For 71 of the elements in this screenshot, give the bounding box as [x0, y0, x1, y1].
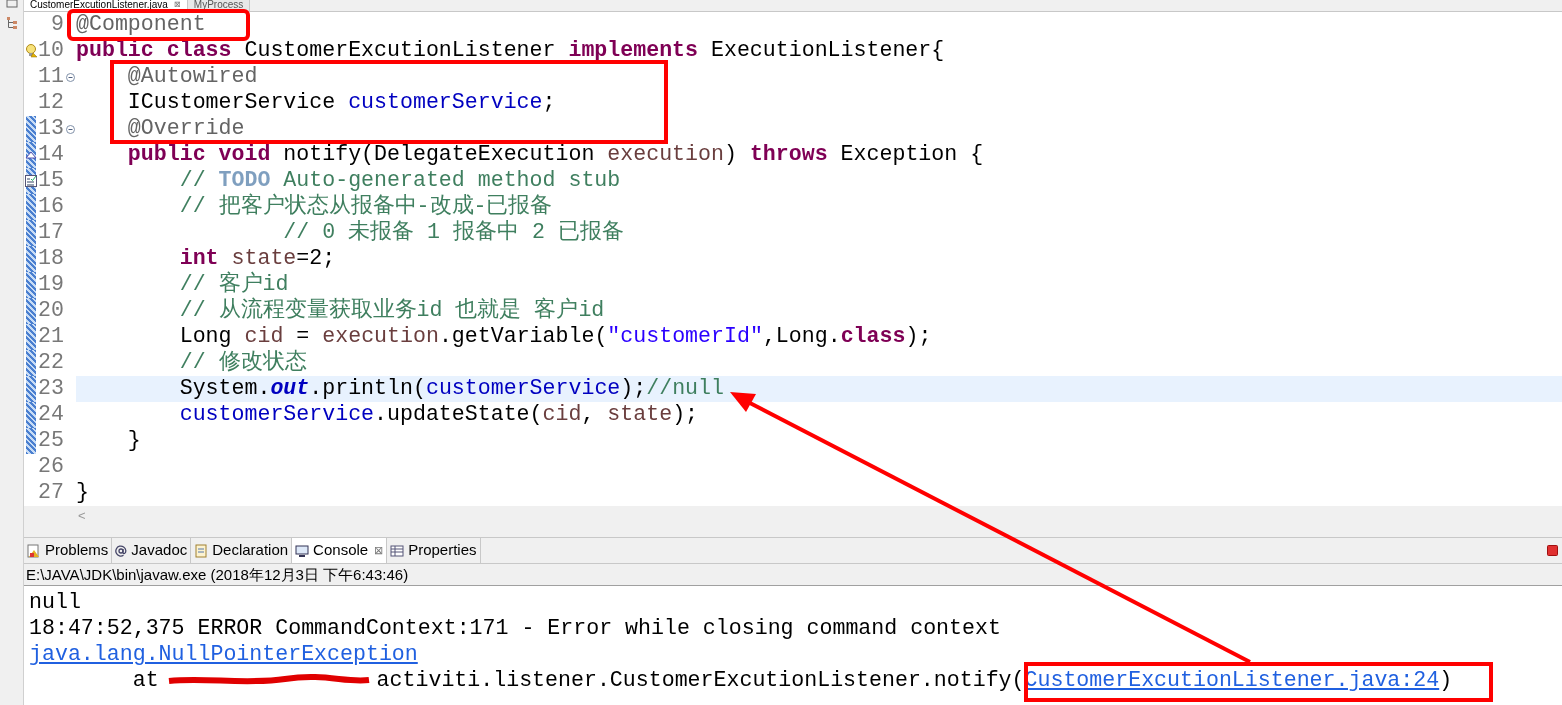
editor-tab[interactable]: CustomerExcutionListener.java ⊠	[24, 0, 188, 11]
code-line: @Component	[76, 14, 206, 36]
checklist-icon	[25, 175, 37, 187]
line-number: 14	[38, 144, 64, 166]
at-sign-icon	[115, 544, 128, 557]
line-number: 17	[38, 222, 64, 244]
panel-tab[interactable]: Javadoc	[112, 538, 192, 563]
lightbulb-warning-icon	[24, 44, 38, 58]
code-line: public class CustomerExcutionListener implements ExecutionListener{	[76, 40, 945, 62]
change-ruler-bar	[26, 220, 36, 246]
line-number: 9	[50, 14, 64, 36]
panel-tab[interactable]: Properties	[387, 538, 481, 563]
line-number: 23	[38, 378, 64, 400]
code-line: @Override	[126, 118, 245, 140]
code-line: public void notify(DelegateExecution execution) throws Exception {	[126, 144, 984, 166]
line-number: 16	[38, 196, 64, 218]
line-number: 13	[38, 118, 64, 140]
line-number: 11	[38, 66, 64, 88]
change-ruler-bar	[26, 324, 36, 350]
line-number: 19	[38, 274, 64, 296]
code-line: // 0 未报备 1 报备中 2 已报备	[282, 222, 624, 244]
console-line: activiti.listener.CustomerExcutionListener.notify(	[376, 670, 1025, 692]
change-ruler-bar	[26, 428, 36, 454]
code-line: // TODO Auto-generated method stub	[178, 170, 621, 192]
monitor-icon	[295, 543, 310, 558]
code-line: int state=2;	[178, 248, 336, 270]
change-ruler-bar	[26, 350, 36, 376]
code-line: }	[126, 430, 141, 452]
code-line: System.out.println(customerService);//null	[178, 378, 724, 400]
document-icon	[194, 543, 209, 558]
table-icon	[390, 543, 405, 558]
change-ruler-bar	[26, 194, 36, 220]
line-number: 22	[38, 352, 64, 374]
code-line: ICustomerService customerService;	[126, 92, 556, 114]
code-line: }	[76, 482, 89, 504]
console-line: at	[131, 670, 159, 692]
line-number: 25	[38, 430, 64, 452]
code-line: @Autowired	[126, 66, 258, 88]
window-restore-icon[interactable]	[5, 0, 18, 8]
collapse-icon[interactable]	[65, 124, 75, 134]
terminate-icon[interactable]	[1547, 545, 1558, 556]
line-number: 26	[38, 456, 64, 478]
console-line: 18:47:52,375 ERROR CommandContext:171 - Error while closing command context	[29, 618, 1001, 640]
change-ruler-bar	[26, 272, 36, 298]
triangle-icon	[25, 150, 37, 160]
line-number: 18	[38, 248, 64, 270]
collapse-icon[interactable]	[65, 72, 75, 82]
line-number: 24	[38, 404, 64, 426]
console-line: null	[29, 592, 81, 614]
line-number: 12	[38, 92, 64, 114]
exception-link[interactable]: java.lang.NullPointerException	[29, 644, 418, 666]
line-number: 27	[38, 482, 64, 504]
warning-list-icon	[27, 543, 41, 558]
change-ruler-bar	[26, 402, 36, 428]
line-number: 21	[38, 326, 64, 348]
editor-tab[interactable]: MyProcess	[187, 0, 251, 11]
change-ruler-bar	[26, 116, 36, 142]
change-ruler-bar	[26, 246, 36, 272]
console-line: )	[1439, 670, 1453, 692]
line-number: 10	[38, 40, 64, 62]
change-ruler-bar	[26, 376, 36, 402]
hierarchy-icon[interactable]	[5, 16, 18, 30]
process-label: E:\JAVA\JDK\bin\javaw.exe (2018年12月3日 下午6:43:46)	[26, 567, 409, 582]
line-number: 20	[38, 300, 64, 322]
panel-tab[interactable]: Problems	[24, 538, 113, 563]
code-line: customerService.updateState(cid, state);	[178, 404, 699, 426]
source-link[interactable]: CustomerExcutionListener.java:24	[1024, 670, 1440, 692]
panel-tab[interactable]: Console ⊠	[292, 538, 388, 563]
code-line: Long cid = execution.getVariable("customerId",Long.class);	[178, 326, 932, 348]
change-ruler-bar	[26, 298, 36, 324]
line-number: 15	[38, 170, 64, 192]
